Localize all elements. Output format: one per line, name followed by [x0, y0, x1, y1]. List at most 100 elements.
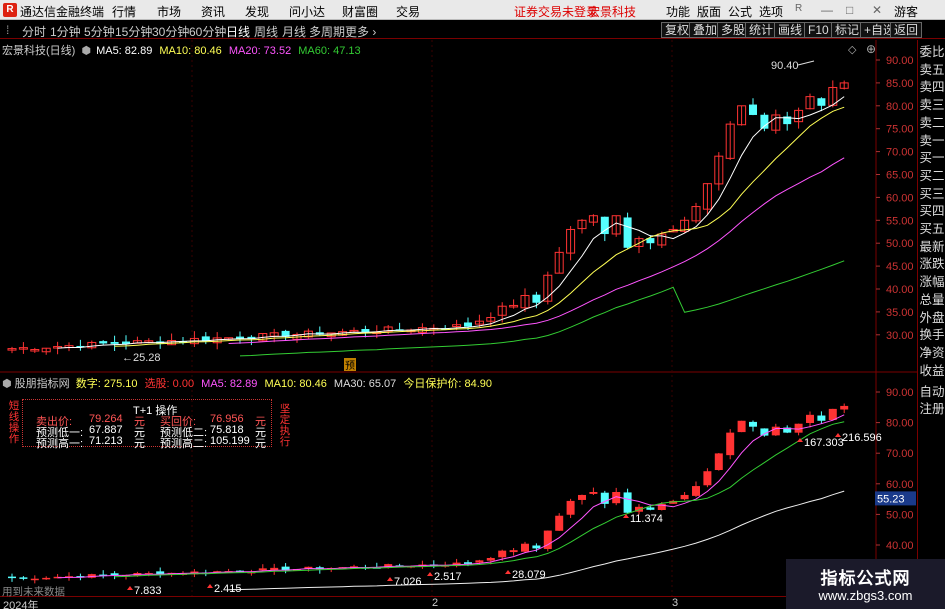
sub-ma10-value: MA10: 80.46: [264, 378, 327, 390]
future-data-note: 用到未来数据: [2, 586, 65, 598]
sub-candle-body-down: [749, 421, 757, 427]
main-candle-body-down: [749, 104, 757, 115]
sub-candle-body-up: [555, 515, 564, 531]
sub-candle-body-up: [509, 550, 518, 553]
sub-candle-body-up: [521, 543, 529, 552]
t1-right-vertical: 坚定执行: [279, 403, 291, 448]
watermark-url: www.zbgs3.com: [818, 588, 913, 603]
side-panel-item-14[interactable]: 总量: [919, 292, 945, 309]
sub-candle-body-down: [19, 577, 28, 579]
sub-axis-label: 80.00: [886, 418, 914, 430]
main-axis-label: 30.00: [886, 330, 914, 342]
main-candle-body-down: [99, 341, 108, 344]
sub-candle-body-up: [726, 432, 735, 456]
main-axis-label: 35.00: [886, 307, 914, 319]
side-panel-item-17[interactable]: 净资: [919, 345, 945, 362]
ma60-line: [239, 260, 845, 357]
side-panel-item-5[interactable]: 卖一: [919, 133, 945, 150]
sub-candle-body-down: [646, 507, 655, 510]
sub-candle-body-up: [737, 420, 746, 433]
sub-candle-body-down: [623, 492, 632, 513]
sub-candle-body-up: [703, 471, 712, 486]
sub-marker-arrow-4: [505, 570, 511, 574]
sub-axis-label: 55.23: [877, 493, 905, 505]
side-panel-item-3[interactable]: 卖三: [919, 97, 945, 114]
sub-marker-arrow-2: [387, 577, 393, 581]
main-axis-label: 70.00: [886, 147, 914, 159]
date-axis-label-feb: 2: [432, 597, 439, 609]
side-panel-sub-item-1[interactable]: 注册: [919, 401, 945, 418]
sub-candle-body-down: [110, 573, 119, 576]
sub-candle-body-up: [692, 486, 700, 496]
t1-high2-label: 预测高二:: [160, 438, 208, 450]
main-axis-label: 60.00: [886, 192, 914, 204]
sub-marker-arrow-3: [427, 572, 433, 576]
sub-candle-body-up: [42, 577, 51, 580]
kline-chart[interactable]: 90.00 85.00 80.00 75.00 70.00 65.00 60.00 55.00…: [0, 0, 917, 596]
t1-high2-value: 105.199: [210, 435, 250, 447]
main-axis-label: 85.00: [886, 78, 914, 90]
side-panel-item-13[interactable]: 涨幅: [919, 274, 945, 291]
sub-candle-body-up: [486, 557, 495, 561]
sub-candle-body-up: [840, 405, 849, 410]
side-panel-item-4[interactable]: 卖二: [919, 115, 945, 132]
stock-title: 宏景科技(日线): [2, 45, 76, 57]
sub-marker-arrow-7: [835, 433, 841, 437]
ma10-line: [114, 106, 845, 347]
main-candle-body-down: [110, 342, 119, 344]
indicator-settings-icon[interactable]: ⬢: [2, 378, 12, 390]
chart-expand-icon[interactable]: ◇: [848, 43, 856, 56]
site-watermark: 指标公式网 www.zbgs3.com: [786, 559, 945, 609]
protect-price: 今日保护价: 84.90: [403, 378, 492, 390]
indicator-select: 选股: 0.00: [144, 378, 195, 390]
side-panel-item-1[interactable]: 卖五: [919, 62, 945, 79]
main-axis-label: 40.00: [886, 284, 914, 296]
indicator-number: 数字: 275.10: [75, 378, 138, 390]
side-panel-item-10[interactable]: 买五: [919, 221, 945, 238]
chart-plus-icon[interactable]: ⊕: [866, 42, 876, 56]
sub-ma5-value: MA5: 82.89: [201, 378, 258, 390]
main-candle-body-down: [361, 329, 370, 332]
side-panel-item-0[interactable]: 委比: [919, 44, 945, 61]
side-panel-item-9[interactable]: 买四: [919, 203, 945, 220]
sub-candle-body-up: [806, 414, 814, 423]
sub-candle-body-down: [817, 415, 826, 421]
side-panel-sub-item-0[interactable]: 自动: [919, 384, 945, 401]
pre-marker-label: 预: [345, 360, 355, 372]
main-axis-label: 50.00: [886, 238, 914, 250]
sub-candle-body-up: [680, 494, 689, 500]
side-panel-item-12[interactable]: 涨跌: [919, 256, 945, 273]
t1-left-vertical: 短线操作: [8, 400, 20, 445]
sub-candle-body-down: [600, 492, 609, 504]
sub-marker-label-4: 28.079: [512, 569, 546, 581]
side-panel-item-18[interactable]: 收益: [919, 363, 945, 380]
sub-candle-body-up: [566, 500, 575, 515]
sub-marker-label-6: 167.303: [804, 437, 844, 449]
indicator-settings-icon[interactable]: ⬢: [81, 45, 91, 57]
sub-candle-body-up: [30, 578, 39, 581]
side-panel-item-16[interactable]: 换手: [919, 327, 945, 344]
side-panel-item-15[interactable]: 外盘: [919, 310, 945, 327]
main-candle-body-down: [623, 217, 632, 248]
main-candle-body-down: [201, 336, 210, 341]
side-panel-item-2[interactable]: 卖四: [919, 79, 945, 96]
t1-unit: 元: [134, 438, 145, 450]
sub-ma30-value: MA30: 65.07: [333, 378, 397, 390]
sub-marker-label-5: 11.374: [630, 513, 663, 525]
main-axis-label: 65.00: [886, 170, 914, 182]
high-price-pointer: [797, 60, 815, 66]
sub-candle-body-down: [532, 545, 541, 549]
sub-marker-label-7: 216.596: [842, 432, 882, 444]
watermark-title: 指标公式网: [820, 569, 911, 588]
sub-axis-label: 90.00: [886, 387, 914, 399]
side-panel-item-8[interactable]: 买三: [919, 186, 945, 203]
sub-candle-body-up: [714, 453, 723, 471]
sub-axis-label: 60.00: [886, 479, 914, 491]
side-panel-item-11[interactable]: 最新: [919, 239, 945, 256]
main-axis-label: 90.00: [886, 55, 914, 67]
side-panel-item-6[interactable]: 买一: [919, 150, 945, 167]
sub-axis-label: 70.00: [886, 448, 914, 460]
side-panel-item-7[interactable]: 买二: [919, 168, 945, 185]
sub-marker-label-0: 7.833: [134, 585, 162, 596]
sub-marker-arrow-0: [127, 586, 133, 590]
